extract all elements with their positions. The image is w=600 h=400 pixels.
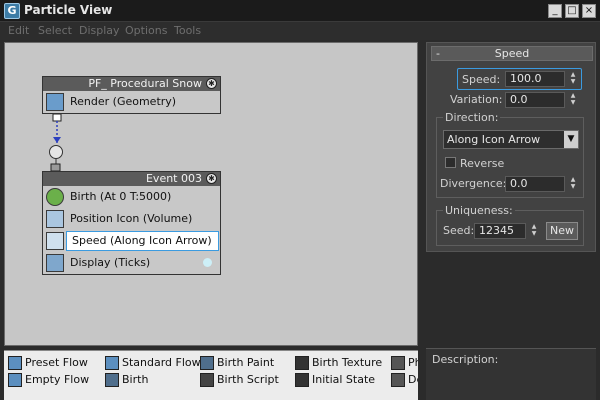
birth-paint-icon xyxy=(200,356,214,370)
variation-label: Variation: xyxy=(450,93,503,106)
depot-item-standard-flow[interactable]: Standard Flow xyxy=(105,355,201,371)
operator-label: Render (Geometry) xyxy=(70,95,177,108)
event-node[interactable]: Event 003 ✱ Birth (At 0 T:5000) Position… xyxy=(42,171,221,275)
particle-view-window: G Particle View _ □ × Edit Select Displa… xyxy=(0,0,600,400)
event-node-title: Event 003 xyxy=(145,172,202,185)
reverse-label: Reverse xyxy=(460,157,505,170)
new-seed-button[interactable]: New xyxy=(546,222,578,240)
menu-edit[interactable]: Edit xyxy=(8,24,29,37)
menu-display[interactable]: Display xyxy=(79,24,120,37)
variation-input[interactable]: 0.0 xyxy=(505,92,565,108)
birth-icon xyxy=(46,188,64,206)
speed-input[interactable]: 100.0 xyxy=(505,71,565,87)
physx-icon xyxy=(391,356,405,370)
operator-label: Birth (At 0 T:5000) xyxy=(70,190,172,203)
divergence-spinner[interactable]: ▲ ▼ xyxy=(568,176,578,192)
operator-position-icon[interactable]: Position Icon (Volume) xyxy=(43,208,220,230)
divergence-input[interactable]: 0.0 xyxy=(505,176,565,192)
speed-icon xyxy=(46,232,64,250)
flow-node-title: PF_ Procedural Snow xyxy=(88,77,202,90)
position-icon xyxy=(46,210,64,228)
eye-icon xyxy=(46,93,64,111)
direction-group-title: Direction: xyxy=(443,111,501,124)
empty-flow-icon xyxy=(8,373,22,387)
direction-dropdown[interactable]: Along Icon Arrow ▼ xyxy=(443,130,579,149)
close-button[interactable]: × xyxy=(582,4,596,18)
depot-item-de[interactable]: De xyxy=(391,372,418,388)
rollout-title: Speed xyxy=(494,47,530,60)
initial-state-icon xyxy=(295,373,309,387)
description-label: Description: xyxy=(432,353,499,366)
chevron-down-icon: ▼ xyxy=(564,131,578,148)
operator-label: Display (Ticks) xyxy=(70,256,151,269)
minimize-button[interactable]: _ xyxy=(548,4,562,18)
variation-spinner[interactable]: ▲ ▼ xyxy=(568,92,578,108)
display-icon xyxy=(46,254,64,272)
output-socket[interactable] xyxy=(52,113,62,122)
uniqueness-group-title: Uniqueness: xyxy=(443,204,515,217)
delete-icon xyxy=(391,373,405,387)
menu-options[interactable]: Options xyxy=(125,24,167,37)
speed-spinner[interactable]: ▲ ▼ xyxy=(568,71,578,87)
particle-diagram-canvas[interactable]: PF_ Procedural Snow ✱ Render (Geometry) … xyxy=(4,42,418,346)
menu-select[interactable]: Select xyxy=(38,24,72,37)
birth-script-icon xyxy=(200,373,214,387)
operator-label: Speed (Along Icon Arrow) xyxy=(72,234,212,247)
panel-empty-area xyxy=(426,252,596,346)
depot-item-birth-script[interactable]: Birth Script xyxy=(200,372,279,388)
depot-item-preset-flow[interactable]: Preset Flow xyxy=(8,355,88,371)
light-bulb-icon[interactable]: ✱ xyxy=(206,78,217,89)
seed-spinner[interactable]: ▲ ▼ xyxy=(529,223,539,239)
event-node-header[interactable]: Event 003 ✱ xyxy=(43,172,220,186)
preset-flow-icon xyxy=(8,356,22,370)
description-panel: Description: xyxy=(426,348,596,400)
menu-tools[interactable]: Tools xyxy=(174,24,201,37)
event-input-socket[interactable] xyxy=(49,145,63,159)
operator-birth[interactable]: Birth (At 0 T:5000) xyxy=(43,186,220,208)
window-title: Particle View xyxy=(24,3,113,17)
depot-item-birth-paint[interactable]: Birth Paint xyxy=(200,355,274,371)
operator-speed[interactable]: Speed (Along Icon Arrow) xyxy=(43,230,220,252)
seed-input[interactable]: 12345 xyxy=(474,223,526,239)
global-flow-node[interactable]: PF_ Procedural Snow ✱ Render (Geometry) xyxy=(42,76,221,114)
depot-item-ph[interactable]: Ph xyxy=(391,355,418,371)
standard-flow-icon xyxy=(105,356,119,370)
birth-icon xyxy=(105,373,119,387)
direction-value: Along Icon Arrow xyxy=(447,133,541,146)
depot-item-empty-flow[interactable]: Empty Flow xyxy=(8,372,89,388)
operator-render[interactable]: Render (Geometry) xyxy=(43,91,220,113)
display-color-swatch[interactable] xyxy=(203,258,212,267)
divergence-label: Divergence: xyxy=(440,177,507,190)
depot-item-birth-texture[interactable]: Birth Texture xyxy=(295,355,382,371)
depot-item-birth[interactable]: Birth xyxy=(105,372,148,388)
operator-label: Position Icon (Volume) xyxy=(70,212,193,225)
light-bulb-icon[interactable]: ✱ xyxy=(206,173,217,184)
birth-texture-icon xyxy=(295,356,309,370)
seed-label: Seed: xyxy=(443,224,475,237)
title-bar: G Particle View _ □ × xyxy=(0,0,600,22)
depot-item-initial-state[interactable]: Initial State xyxy=(295,372,375,388)
speed-rollout-header[interactable]: - Speed xyxy=(431,46,593,61)
rollout-collapse-icon: - xyxy=(436,47,440,60)
operator-depot: Preset Flow Empty Flow Standard Flow Bir… xyxy=(4,350,418,400)
reverse-checkbox[interactable] xyxy=(445,157,456,168)
menu-bar: Edit Select Display Options Tools xyxy=(0,22,600,40)
flow-node-header[interactable]: PF_ Procedural Snow ✱ xyxy=(43,77,220,91)
operator-display[interactable]: Display (Ticks) xyxy=(43,252,220,274)
app-icon: G xyxy=(4,3,20,19)
maximize-button[interactable]: □ xyxy=(565,4,579,18)
speed-label: Speed: xyxy=(462,73,501,86)
